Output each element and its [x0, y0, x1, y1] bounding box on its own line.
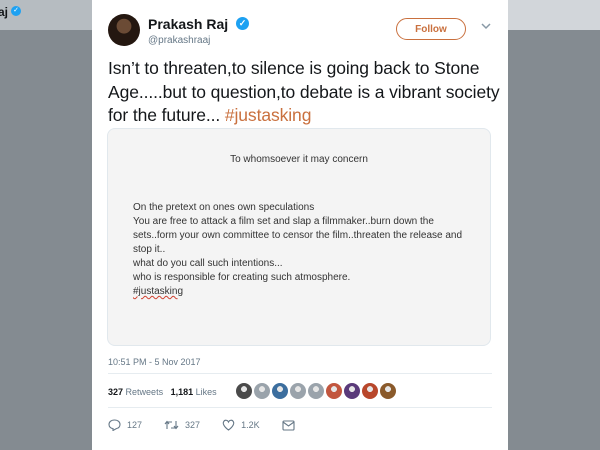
letter-body: On the pretext on ones own speculations …	[133, 201, 478, 299]
letter-line: who is responsible for creating such atm…	[133, 272, 351, 283]
retweets-label[interactable]: Retweets	[126, 387, 164, 397]
background-verified-icon: ✓	[11, 6, 21, 16]
reply-icon	[108, 419, 121, 431]
tweet-timestamp[interactable]: 10:51 PM - 5 Nov 2017	[108, 357, 201, 367]
tweet-hashtag-link[interactable]: #justasking	[225, 105, 312, 125]
likes-label[interactable]: Likes	[196, 387, 217, 397]
liker-avatar[interactable]	[254, 383, 270, 399]
liker-avatar[interactable]	[344, 383, 360, 399]
verified-badge-icon: ✓	[236, 17, 249, 30]
liker-avatar[interactable]	[236, 383, 252, 399]
tweet-media-image[interactable]: To whomsoever it may concern On the pret…	[107, 128, 491, 346]
retweet-count: 327	[185, 420, 201, 430]
liker-avatar[interactable]	[290, 383, 306, 399]
likes-count[interactable]: 1,181	[171, 387, 194, 397]
letter-heading: To whomsoever it may concern	[230, 154, 368, 165]
heart-icon	[222, 419, 235, 431]
liker-avatar[interactable]	[272, 383, 288, 399]
tweet-card: Prakash Raj ✓ @prakashraaj Follow Isn’t …	[92, 0, 508, 450]
liker-avatar[interactable]	[326, 383, 342, 399]
like-count: 1.2K	[241, 420, 260, 430]
letter-line: what do you call such intentions...	[133, 258, 283, 269]
author-name[interactable]: Prakash Raj	[148, 16, 228, 32]
liker-avatars	[236, 383, 396, 403]
reply-count: 127	[127, 420, 143, 430]
tweet-actions: 127 327 1.2K	[108, 417, 317, 433]
letter-line: On the pretext on ones own speculations	[133, 202, 315, 213]
retweet-button[interactable]: 327	[164, 419, 200, 431]
divider	[108, 373, 492, 374]
author-avatar[interactable]	[108, 14, 140, 46]
envelope-icon	[282, 419, 295, 431]
chevron-down-icon[interactable]	[480, 20, 492, 32]
direct-message-button[interactable]	[282, 419, 295, 431]
tweet-stats: 327 Retweets 1,181 Likes	[108, 387, 217, 397]
retweet-icon	[164, 420, 179, 430]
background-profile-name: aj	[0, 5, 9, 19]
liker-avatar[interactable]	[308, 383, 324, 399]
letter-line: You are free to attack a film set and sl…	[133, 216, 463, 255]
letter-hashtag: #justasking	[133, 286, 184, 297]
tweet-text: Isn’t to threaten,to silence is going ba…	[108, 57, 503, 128]
divider	[108, 407, 492, 408]
liker-avatar[interactable]	[380, 383, 396, 399]
liker-avatar[interactable]	[362, 383, 378, 399]
background-header-right	[508, 0, 600, 30]
retweets-count[interactable]: 327	[108, 387, 123, 397]
like-button[interactable]: 1.2K	[222, 419, 260, 431]
author-handle[interactable]: @prakashraaj	[148, 35, 210, 46]
follow-button[interactable]: Follow	[396, 18, 466, 40]
reply-button[interactable]: 127	[108, 419, 142, 431]
